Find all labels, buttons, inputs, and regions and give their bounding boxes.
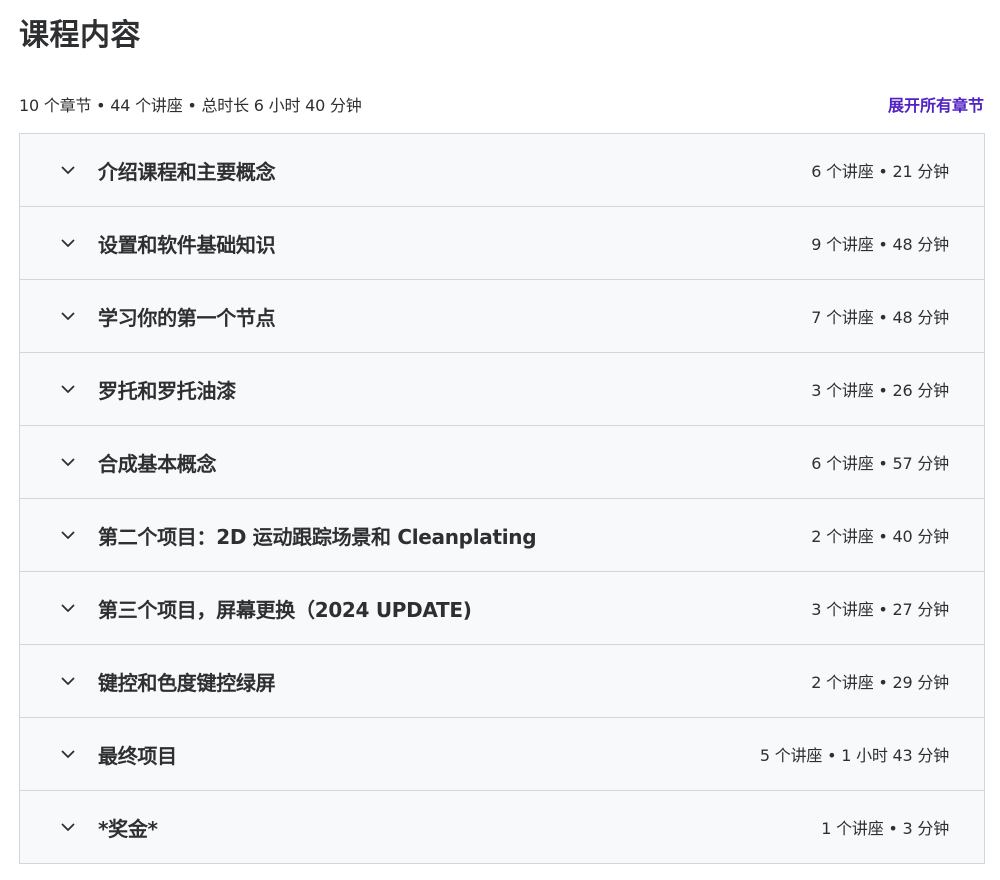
section-header-8[interactable]: 键控和色度键控绿屏 2 个讲座 • 29 分钟	[20, 645, 984, 718]
chevron-down-icon	[58, 379, 78, 399]
chevron-down-icon	[58, 306, 78, 326]
section-title: *奖金*	[98, 816, 158, 841]
chevron-down-icon	[58, 452, 78, 472]
chevron-down-icon	[58, 233, 78, 253]
chevron-down-icon	[58, 671, 78, 691]
expand-all-sections-button[interactable]: 展开所有章节	[888, 92, 984, 116]
section-list: 介绍课程和主要概念 6 个讲座 • 21 分钟 设置和软件基础知识 9 个讲座 …	[19, 133, 985, 864]
section-meta: 3 个讲座 • 26 分钟	[811, 381, 949, 400]
section-header-7[interactable]: 第三个项目，屏幕更换（2024 UPDATE) 3 个讲座 • 27 分钟	[20, 572, 984, 645]
section-title: 第二个项目：2D 运动跟踪场景和 Cleanplating	[98, 524, 537, 549]
section-meta: 1 个讲座 • 3 分钟	[821, 819, 949, 838]
chevron-down-icon	[58, 817, 78, 837]
section-title: 学习你的第一个节点	[98, 305, 276, 330]
section-meta: 2 个讲座 • 40 分钟	[811, 527, 949, 546]
chevron-down-icon	[58, 744, 78, 764]
curriculum-stats: 10 个章节 • 44 个讲座 • 总时长 6 小时 40 分钟	[19, 96, 362, 115]
section-meta: 6 个讲座 • 57 分钟	[811, 454, 949, 473]
section-title: 罗托和罗托油漆	[98, 378, 236, 403]
chevron-down-icon	[58, 160, 78, 180]
chevron-down-icon	[58, 598, 78, 618]
section-title: 第三个项目，屏幕更换（2024 UPDATE)	[98, 597, 472, 622]
section-header-2[interactable]: 设置和软件基础知识 9 个讲座 • 48 分钟	[20, 207, 984, 280]
section-meta: 5 个讲座 • 1 小时 43 分钟	[759, 746, 949, 765]
section-header-10[interactable]: *奖金* 1 个讲座 • 3 分钟	[20, 791, 984, 863]
section-header-4[interactable]: 罗托和罗托油漆 3 个讲座 • 26 分钟	[20, 353, 984, 426]
section-title: 最终项目	[98, 743, 177, 768]
section-header-5[interactable]: 合成基本概念 6 个讲座 • 57 分钟	[20, 426, 984, 499]
section-meta: 7 个讲座 • 48 分钟	[811, 308, 949, 327]
section-title: 键控和色度键控绿屏	[98, 670, 276, 695]
section-header-1[interactable]: 介绍课程和主要概念 6 个讲座 • 21 分钟	[20, 134, 984, 207]
curriculum-summary: 10 个章节 • 44 个讲座 • 总时长 6 小时 40 分钟 展开所有章节	[19, 91, 984, 117]
section-meta: 3 个讲座 • 27 分钟	[811, 600, 949, 619]
section-meta: 9 个讲座 • 48 分钟	[811, 235, 949, 254]
section-header-6[interactable]: 第二个项目：2D 运动跟踪场景和 Cleanplating 2 个讲座 • 40…	[20, 499, 984, 572]
section-title: 设置和软件基础知识	[98, 232, 276, 257]
chevron-down-icon	[58, 525, 78, 545]
section-header-3[interactable]: 学习你的第一个节点 7 个讲座 • 48 分钟	[20, 280, 984, 353]
page-title: 课程内容	[19, 18, 141, 53]
section-title: 合成基本概念	[98, 451, 217, 476]
section-title: 介绍课程和主要概念	[98, 159, 276, 184]
section-meta: 2 个讲座 • 29 分钟	[811, 673, 949, 692]
section-meta: 6 个讲座 • 21 分钟	[811, 162, 949, 181]
section-header-9[interactable]: 最终项目 5 个讲座 • 1 小时 43 分钟	[20, 718, 984, 791]
